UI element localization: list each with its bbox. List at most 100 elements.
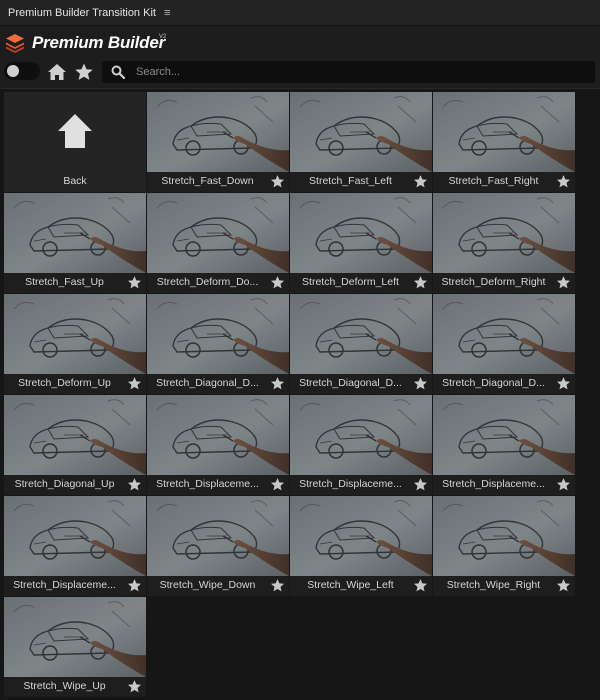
- tile-label: Stretch_Diagonal_D...: [442, 377, 545, 389]
- tile-caption: Stretch_Diagonal_Up: [4, 475, 146, 495]
- transition-tile[interactable]: Stretch_Deform_Right: [433, 193, 575, 293]
- brand-name: Premium Builder: [32, 33, 166, 52]
- transition-tile[interactable]: Stretch_Deform_Left: [290, 193, 432, 293]
- tile-caption: Stretch_Wipe_Right: [433, 576, 575, 596]
- tile-label: Stretch_Deform_Left: [302, 276, 399, 288]
- brand-header: Premium Builder V2: [0, 26, 600, 58]
- tile-caption: Stretch_Fast_Left: [290, 172, 432, 192]
- transition-tile[interactable]: Stretch_Fast_Up: [4, 193, 146, 293]
- tile-label: Stretch_Wipe_Left: [307, 579, 394, 591]
- star-icon[interactable]: [270, 174, 285, 189]
- tile-caption: Stretch_Displaceme...: [4, 576, 146, 596]
- toggle-switch-icon[interactable]: [4, 62, 40, 80]
- star-icon[interactable]: [413, 174, 428, 189]
- transition-tile[interactable]: Stretch_Deform_Do...: [147, 193, 289, 293]
- tile-label: Stretch_Wipe_Right: [446, 579, 541, 591]
- search-input[interactable]: [136, 61, 576, 83]
- preview-thumbnail: [4, 597, 146, 677]
- preview-thumbnail: [290, 193, 432, 273]
- preview-thumbnail: [290, 294, 432, 374]
- tile-caption: Stretch_Diagonal_D...: [147, 374, 289, 394]
- tile-caption: Stretch_Deform_Left: [290, 273, 432, 293]
- transition-tile[interactable]: Stretch_Displaceme...: [290, 395, 432, 495]
- star-icon[interactable]: [74, 62, 94, 82]
- search-bar[interactable]: [102, 61, 595, 83]
- tile-label: Stretch_Wipe_Up: [23, 680, 106, 692]
- preview-thumbnail: [147, 92, 289, 172]
- tile-label: Stretch_Displaceme...: [299, 478, 402, 490]
- preview-thumbnail: [433, 294, 575, 374]
- preview-thumbnail: [147, 294, 289, 374]
- tile-caption: Stretch_Displaceme...: [147, 475, 289, 495]
- tile-caption: Stretch_Fast_Up: [4, 273, 146, 293]
- star-icon[interactable]: [270, 275, 285, 290]
- transition-tile[interactable]: Stretch_Wipe_Up: [4, 597, 146, 697]
- star-icon[interactable]: [270, 376, 285, 391]
- transition-tile[interactable]: Stretch_Displaceme...: [147, 395, 289, 495]
- star-icon[interactable]: [413, 376, 428, 391]
- preview-thumbnail: [4, 395, 146, 475]
- tile-label: Stretch_Displaceme...: [13, 579, 116, 591]
- star-icon[interactable]: [556, 275, 571, 290]
- transition-tile[interactable]: Stretch_Fast_Left: [290, 92, 432, 192]
- tile-caption: Stretch_Deform_Do...: [147, 273, 289, 293]
- star-icon[interactable]: [413, 578, 428, 593]
- preview-thumbnail: [433, 496, 575, 576]
- star-icon[interactable]: [127, 477, 142, 492]
- star-icon[interactable]: [556, 376, 571, 391]
- preview-thumbnail: [4, 294, 146, 374]
- star-icon[interactable]: [413, 477, 428, 492]
- transition-tile[interactable]: Stretch_Wipe_Left: [290, 496, 432, 596]
- transition-tile[interactable]: Stretch_Diagonal_D...: [290, 294, 432, 394]
- transition-tile[interactable]: Stretch_Diagonal_D...: [433, 294, 575, 394]
- layers-stack-icon: [6, 34, 24, 53]
- tile-caption: Stretch_Wipe_Down: [147, 576, 289, 596]
- star-icon[interactable]: [556, 477, 571, 492]
- preview-thumbnail: [147, 193, 289, 273]
- star-icon[interactable]: [270, 578, 285, 593]
- tile-caption: Stretch_Deform_Up: [4, 374, 146, 394]
- preview-thumbnail: [433, 92, 575, 172]
- star-icon[interactable]: [556, 174, 571, 189]
- tile-label: Stretch_Deform_Right: [441, 276, 546, 288]
- star-icon[interactable]: [127, 679, 142, 694]
- tile-label: Stretch_Fast_Right: [448, 175, 539, 187]
- search-icon: [111, 65, 125, 79]
- brand-version: V2: [159, 34, 167, 40]
- preview-thumbnail: [433, 395, 575, 475]
- star-icon[interactable]: [127, 376, 142, 391]
- panel-tab[interactable]: Premium Builder Transition Kit ≡: [0, 0, 600, 26]
- tile-label: Stretch_Displaceme...: [156, 478, 259, 490]
- tile-caption: Stretch_Displaceme...: [433, 475, 575, 495]
- home-icon[interactable]: [47, 63, 67, 81]
- transition-tile[interactable]: Stretch_Fast_Down: [147, 92, 289, 192]
- transition-tile[interactable]: Stretch_Displaceme...: [433, 395, 575, 495]
- tile-label: Stretch_Diagonal_Up: [14, 478, 115, 490]
- panel-menu-icon[interactable]: ≡: [164, 7, 170, 19]
- tile-caption: Stretch_Fast_Right: [433, 172, 575, 192]
- transition-browser: Back Stretch_Fast_Down Stretch_Fast_Left S…: [0, 88, 600, 700]
- star-icon[interactable]: [127, 275, 142, 290]
- preview-thumbnail: [4, 193, 146, 273]
- star-icon[interactable]: [413, 275, 428, 290]
- transition-tile[interactable]: Stretch_Diagonal_Up: [4, 395, 146, 495]
- star-icon[interactable]: [270, 477, 285, 492]
- transition-tile[interactable]: Stretch_Wipe_Down: [147, 496, 289, 596]
- back-tile[interactable]: Back: [4, 92, 146, 192]
- tile-label: Stretch_Displaceme...: [442, 478, 545, 490]
- star-icon[interactable]: [127, 578, 142, 593]
- tile-caption: Stretch_Diagonal_D...: [433, 374, 575, 394]
- tile-caption: Stretch_Displaceme...: [290, 475, 432, 495]
- star-icon[interactable]: [556, 578, 571, 593]
- preview-thumbnail: [4, 496, 146, 576]
- transition-tile[interactable]: Stretch_Deform_Up: [4, 294, 146, 394]
- transition-tile[interactable]: Stretch_Displaceme...: [4, 496, 146, 596]
- transition-tile[interactable]: Stretch_Fast_Right: [433, 92, 575, 192]
- tile-caption: Stretch_Diagonal_D...: [290, 374, 432, 394]
- preview-thumbnail: [290, 92, 432, 172]
- preview-thumbnail: [147, 395, 289, 475]
- transition-tile[interactable]: Stretch_Diagonal_D...: [147, 294, 289, 394]
- transition-tile[interactable]: Stretch_Wipe_Right: [433, 496, 575, 596]
- back-label: Back: [63, 175, 87, 187]
- panel-title: Premium Builder Transition Kit: [8, 6, 156, 19]
